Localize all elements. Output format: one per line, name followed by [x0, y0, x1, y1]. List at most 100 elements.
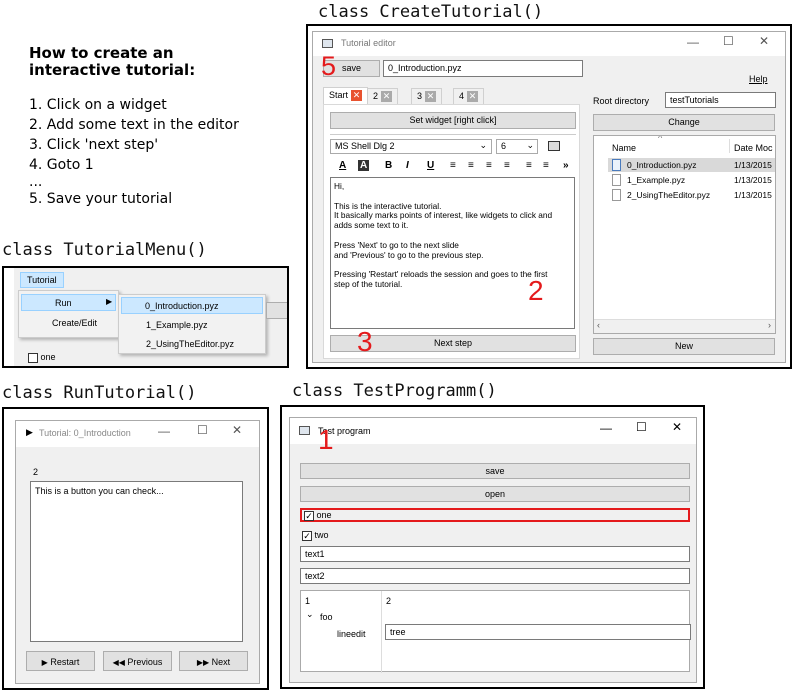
scroll-left-icon[interactable]: ‹ [597, 320, 600, 330]
instruction-step: 1. Click on a widget [29, 97, 167, 113]
text1-field[interactable]: text1 [300, 546, 690, 562]
filename-field[interactable]: 0_Introduction.pyz [383, 60, 583, 77]
divider [330, 134, 576, 135]
minimize-icon[interactable]: — [600, 421, 612, 435]
tab-3[interactable]: 3 ✕ [411, 88, 443, 105]
align-left-icon[interactable]: ≡ [450, 160, 456, 171]
close-tab-icon[interactable]: ✕ [351, 90, 363, 102]
size-select[interactable]: 6 ⌄ [496, 139, 538, 154]
check-icon: ✓ [304, 510, 314, 521]
align-justify-icon[interactable]: ≡ [504, 160, 510, 171]
marker-5: 5 [321, 51, 337, 81]
close-tab-icon[interactable]: ✕ [467, 91, 479, 103]
file-name: 0_Introduction.pyz [627, 160, 697, 170]
submenu: 0_Introduction.pyz 1_Example.pyz 2_Using… [118, 294, 266, 354]
next-button[interactable]: ▶▶ Next [179, 651, 248, 671]
tab-4[interactable]: 4 ✕ [453, 88, 485, 105]
more-icon[interactable]: » [563, 160, 569, 171]
previous-button[interactable]: ◀◀ Previous [103, 651, 172, 671]
save-button[interactable]: save [300, 463, 690, 479]
insert-image-icon[interactable] [548, 141, 560, 151]
menu-item-run[interactable]: Run ▶ [21, 294, 116, 311]
expand-chevron-icon[interactable]: ⌄ [306, 609, 314, 620]
italic-button[interactable]: I [406, 160, 409, 171]
tree-lineedit-field[interactable]: tree [385, 624, 691, 640]
close-icon[interactable]: ✕ [759, 34, 769, 48]
instruction-step: 3. Click 'next step' [29, 137, 159, 153]
column-date[interactable]: Date Moc [734, 143, 773, 153]
root-directory-field[interactable]: testTutorials [665, 92, 776, 108]
tutorial-text-display[interactable]: This is a button you can check... [30, 481, 243, 642]
underline-button[interactable]: U [427, 160, 434, 171]
chevron-down-icon: ⌄ [479, 140, 487, 150]
file-row[interactable]: 1_Example.pyz 1/13/2015 [608, 173, 775, 187]
label-create-tutorial: class CreateTutorial() [318, 2, 544, 22]
open-button[interactable]: open [300, 486, 690, 502]
bold-button[interactable]: B [385, 160, 392, 171]
file-icon [612, 159, 621, 171]
indent-right-icon[interactable]: ≡ [543, 160, 549, 171]
column-name[interactable]: Name [612, 143, 636, 153]
font-select[interactable]: MS Shell Dlg 2 ⌄ [330, 139, 492, 154]
horizontal-scrollbar[interactable]: ‹ › [594, 319, 775, 333]
window-title: Tutorial: 0_Introduction [39, 428, 131, 438]
menu-item-create-edit[interactable]: Create/Edit [52, 318, 97, 328]
app-icon [322, 39, 333, 48]
change-button[interactable]: Change [593, 114, 775, 131]
minimize-icon[interactable]: — [687, 35, 699, 49]
file-row[interactable]: 2_UsingTheEditor.pyz 1/13/2015 [608, 188, 775, 202]
file-row[interactable]: 0_Introduction.pyz 1/13/2015 [608, 158, 775, 172]
scroll-right-icon[interactable]: › [768, 320, 771, 330]
test-program-window: Test program — ☐ ✕ 1 save open ✓ one ✓ t… [289, 417, 697, 683]
checkbox-one[interactable]: ✓ one [300, 508, 690, 522]
tutorial-text-editor[interactable]: Hi, This is the interactive tutorial. It… [330, 177, 575, 329]
submenu-item[interactable]: 0_Introduction.pyz [121, 297, 263, 314]
close-tab-icon[interactable]: ✕ [425, 91, 437, 103]
submenu-item[interactable]: 2_UsingTheEditor.pyz [146, 339, 234, 349]
file-browser[interactable]: ^ Name Date Moc 0_Introduction.pyz 1/13/… [593, 135, 776, 334]
rewind-icon: ◀◀ [112, 658, 125, 667]
minimize-icon[interactable]: — [158, 424, 170, 438]
indent-left-icon[interactable]: ≡ [526, 160, 532, 171]
label-tutorial-menu: class TutorialMenu() [2, 240, 207, 260]
close-tab-icon[interactable]: ✕ [381, 91, 393, 103]
create-tutorial-frame: Tutorial editor — ☐ ✕ save 0_Introductio… [306, 24, 792, 369]
checkbox-two[interactable]: ✓ two [302, 530, 329, 541]
text2-field[interactable]: text2 [300, 568, 690, 584]
fast-forward-icon: ▶▶ [196, 658, 210, 667]
close-icon[interactable]: ✕ [232, 423, 242, 437]
title-bar: Tutorial editor — ☐ ✕ [313, 32, 785, 56]
file-name: 1_Example.pyz [627, 175, 686, 185]
column-divider [729, 139, 730, 153]
file-date: 1/13/2015 [734, 160, 772, 170]
font-color-button[interactable]: A [339, 160, 346, 171]
test-programm-frame: Test program — ☐ ✕ 1 save open ✓ one ✓ t… [280, 405, 705, 689]
tab-2[interactable]: 2 ✕ [367, 88, 399, 105]
maximize-icon[interactable]: ☐ [197, 423, 208, 437]
set-widget-button[interactable]: Set widget [right click] [330, 112, 576, 129]
window-title: Tutorial editor [341, 38, 396, 48]
step-number: 2 [33, 467, 39, 477]
tree-widget[interactable]: 1 2 ⌄ foo lineedit tree [300, 590, 691, 673]
instruction-step: 5. Save your tutorial [29, 191, 173, 207]
submenu-item[interactable]: 1_Example.pyz [146, 320, 208, 330]
label-test-programm: class TestProgramm() [292, 381, 497, 401]
align-center-icon[interactable]: ≡ [468, 160, 474, 171]
maximize-icon[interactable]: ☐ [636, 420, 647, 434]
restart-button[interactable]: ▶ Restart [26, 651, 95, 671]
menubar-tutorial[interactable]: Tutorial [20, 272, 64, 288]
title-bar: ▶ Tutorial: 0_Introduction — ☐ ✕ [16, 421, 259, 447]
instruction-step: ... [29, 174, 43, 190]
checkbox-icon [28, 352, 38, 363]
file-date: 1/13/2015 [734, 190, 772, 200]
highlight-button[interactable]: A [358, 160, 370, 171]
checkbox-one[interactable]: one [28, 352, 56, 363]
tab-start[interactable]: Start ✕ [323, 87, 369, 105]
instruction-step: 4. Goto 1 [29, 157, 94, 173]
align-right-icon[interactable]: ≡ [486, 160, 492, 171]
maximize-icon[interactable]: ☐ [723, 34, 734, 48]
close-icon[interactable]: ✕ [672, 420, 682, 434]
help-link[interactable]: Help [749, 74, 768, 84]
new-button[interactable]: New [593, 338, 775, 355]
tree-item-foo[interactable]: foo [320, 612, 333, 622]
